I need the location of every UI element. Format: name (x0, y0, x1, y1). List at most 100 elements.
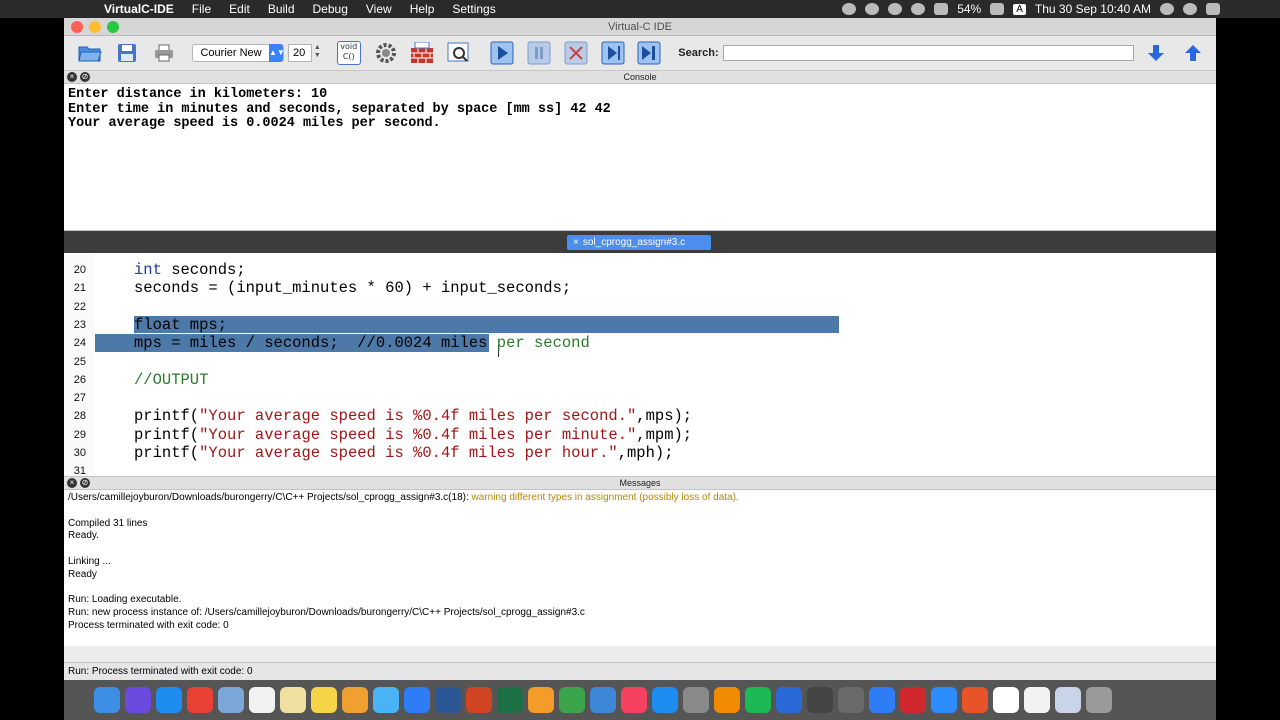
code-line[interactable]: 23 float mps; (64, 316, 1213, 334)
save-button[interactable] (113, 40, 141, 66)
battery-icon[interactable] (990, 3, 1005, 15)
close-panel-icon[interactable]: × (67, 72, 77, 82)
console-output[interactable]: Enter distance in kilometers: 10 Enter t… (64, 84, 1216, 231)
new-function-button[interactable]: void C() (335, 40, 363, 66)
warning-message[interactable]: /Users/camillejoyburon/Downloads/buronge… (68, 492, 1212, 505)
font-size-input[interactable]: 20 (288, 44, 312, 62)
menu-file[interactable]: File (192, 2, 211, 16)
messages-panel-controls: × ⊘ (67, 478, 90, 488)
messages-output[interactable]: /Users/camillejoyburon/Downloads/buronge… (64, 490, 1216, 646)
excel-icon[interactable] (497, 687, 523, 713)
close-tab-icon[interactable]: × (573, 237, 579, 248)
code-editor[interactable]: 20 int seconds; 21 seconds = (input_minutes… (64, 253, 1216, 477)
inspect-button[interactable] (445, 40, 473, 66)
zoom-window-icon[interactable] (107, 21, 119, 33)
compile-settings-button[interactable] (372, 40, 400, 66)
menu-debug[interactable]: Debug (313, 2, 348, 16)
documents-icon[interactable] (1055, 687, 1081, 713)
menu-view[interactable]: View (366, 2, 392, 16)
siri-icon[interactable] (125, 687, 151, 713)
folder-open-icon (78, 46, 102, 62)
cloud-icon[interactable] (888, 3, 903, 15)
spotify-icon[interactable] (745, 687, 771, 713)
code-line[interactable]: 22 (64, 298, 1213, 316)
close-panel-icon[interactable]: × (67, 478, 77, 488)
creative-cloud-icon[interactable] (865, 3, 880, 15)
build-button[interactable] (409, 40, 437, 66)
messenger-icon[interactable] (404, 687, 430, 713)
run-button[interactable] (488, 40, 516, 66)
code-line[interactable]: 24 mps = miles / seconds; //0.0024 miles … (64, 334, 1213, 352)
open-file-button[interactable] (76, 40, 104, 66)
close-window-icon[interactable] (71, 21, 83, 33)
calendar-icon[interactable] (249, 687, 275, 713)
code-line[interactable]: 29 printf("Your average speed is %0.4f mi… (64, 426, 1213, 444)
finder-icon[interactable] (94, 687, 120, 713)
notes-stack-icon[interactable] (280, 687, 306, 713)
bluetooth-icon[interactable] (869, 687, 895, 713)
font-family-select[interactable]: Courier New ▲▼ (192, 44, 285, 62)
menu-help[interactable]: Help (410, 2, 435, 16)
preview-icon[interactable] (218, 687, 244, 713)
virtualc-icon[interactable] (993, 687, 1019, 713)
search-down-button[interactable] (1142, 40, 1170, 66)
vlc-icon[interactable] (714, 687, 740, 713)
print-button[interactable] (150, 40, 178, 66)
word-icon[interactable] (435, 687, 461, 713)
editor-tab-file[interactable]: × sol_cprogg_assign#3.c (567, 235, 711, 250)
minimize-window-icon[interactable] (89, 21, 101, 33)
antivirus-icon[interactable] (911, 3, 926, 15)
menu-settings[interactable]: Settings (452, 2, 495, 16)
screenshot-icon[interactable] (807, 687, 833, 713)
code-line[interactable]: 21 seconds = (input_minutes * 60) + input… (64, 279, 1213, 297)
menu-build[interactable]: Build (268, 2, 295, 16)
numbers-icon[interactable] (559, 687, 585, 713)
code-line[interactable]: 31 (64, 462, 1213, 476)
input-source-icon[interactable]: A (1013, 3, 1026, 15)
appstore-icon[interactable] (652, 687, 678, 713)
clock[interactable]: Thu 30 Sep 10:40 AM (1035, 2, 1151, 16)
pages-icon[interactable] (528, 687, 554, 713)
code-line[interactable]: 26 //OUTPUT (64, 371, 1213, 389)
spotlight-search-icon[interactable] (1160, 3, 1174, 15)
step-button[interactable] (599, 40, 627, 66)
powerpoint-icon[interactable] (466, 687, 492, 713)
office-icon[interactable] (962, 687, 988, 713)
search-up-button[interactable] (1179, 40, 1207, 66)
stop-button[interactable] (562, 40, 590, 66)
control-center-icon[interactable] (1206, 3, 1220, 15)
siri-menu-icon[interactable] (1183, 3, 1197, 15)
acrobat-icon[interactable] (900, 687, 926, 713)
trash-icon[interactable] (1086, 687, 1112, 713)
menu-app-name[interactable]: VirtualC-IDE (104, 2, 174, 16)
photos-icon[interactable] (342, 687, 368, 713)
window-titlebar[interactable]: Virtual-C IDE (64, 18, 1216, 36)
code-line[interactable]: 25 (64, 353, 1213, 371)
code-line[interactable]: 30 printf("Your average speed is %0.4f mi… (64, 444, 1213, 462)
step-to-end-button[interactable] (635, 40, 663, 66)
vpn-icon[interactable] (776, 687, 802, 713)
zoom-icon[interactable] (931, 687, 957, 713)
code-line[interactable]: 28 printf("Your average speed is %0.4f mi… (64, 407, 1213, 425)
image-capture-icon[interactable] (838, 687, 864, 713)
printer-icon (154, 44, 173, 62)
pause-button[interactable] (525, 40, 553, 66)
chrome-icon[interactable] (187, 687, 213, 713)
system-preferences-icon[interactable] (683, 687, 709, 713)
font-size-stepper[interactable]: ▲ ▼ (314, 44, 323, 62)
textedit-icon[interactable] (1024, 687, 1050, 713)
music-icon[interactable] (621, 687, 647, 713)
notes-icon[interactable] (311, 687, 337, 713)
search-input[interactable] (722, 45, 1135, 61)
record-icon[interactable] (842, 3, 857, 15)
clear-panel-icon[interactable]: ⊘ (80, 72, 90, 82)
menu-edit[interactable]: Edit (229, 2, 250, 16)
code-line[interactable]: 20 int seconds; (64, 261, 1213, 279)
wifi-icon[interactable] (934, 3, 949, 15)
keynote-icon[interactable] (590, 687, 616, 713)
messages-icon[interactable] (373, 687, 399, 713)
code-line[interactable]: 27 (64, 389, 1213, 407)
void-function-icon: void C() (336, 41, 361, 65)
safari-icon[interactable] (156, 687, 182, 713)
clear-panel-icon[interactable]: ⊘ (80, 478, 90, 488)
